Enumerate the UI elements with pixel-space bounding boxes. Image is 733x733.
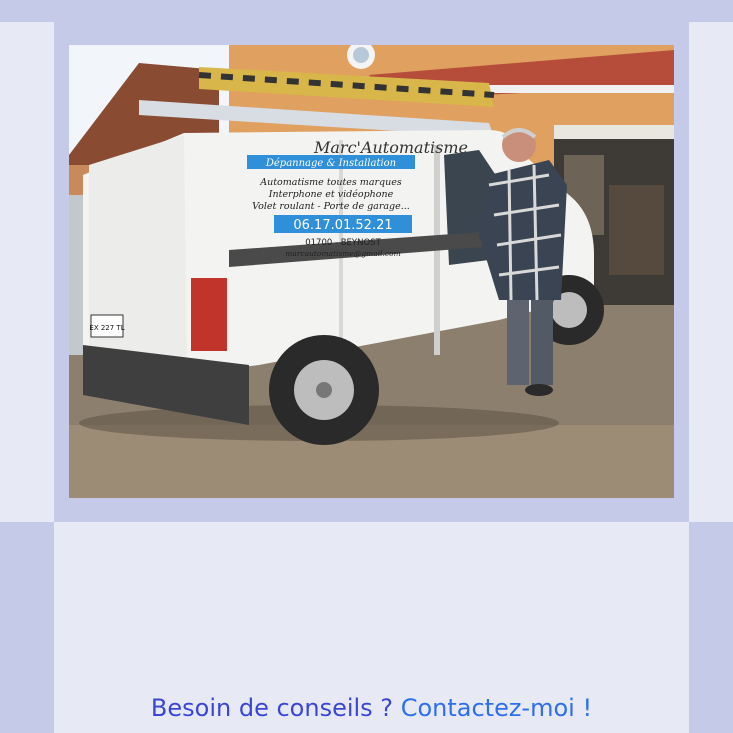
contact-link[interactable]: Contactez-moi !	[401, 694, 592, 722]
license-plate: EX 227 TL	[89, 324, 124, 332]
top-band	[0, 0, 733, 22]
van-city-text: 01700 - BEYNOST	[305, 238, 381, 248]
photo-frame: EX 227 TL Marc'Automatisme Dépannage & I…	[54, 22, 689, 522]
van-tagline-text: Dépannage & Installation	[265, 158, 396, 169]
van-line2: Interphone et vidéophone	[268, 189, 394, 200]
van-line3: Volet roulant - Porte de garage...	[252, 201, 410, 212]
right-column	[689, 522, 733, 733]
tail-light	[191, 278, 227, 351]
left-column	[0, 522, 54, 733]
van-brand-text: Marc'Automatisme	[313, 138, 468, 157]
van-email-text: marcautomatisme@gmail.com	[285, 249, 401, 258]
van-line1: Automatisme toutes marques	[259, 177, 402, 188]
contact-question: Besoin de conseils ?	[150, 694, 394, 722]
van-phone-text: 06.17.01.52.21	[293, 218, 392, 233]
contact-cta: Besoin de conseils ? Contactez-moi !	[54, 688, 689, 728]
van-photo: EX 227 TL Marc'Automatisme Dépannage & I…	[69, 45, 674, 498]
